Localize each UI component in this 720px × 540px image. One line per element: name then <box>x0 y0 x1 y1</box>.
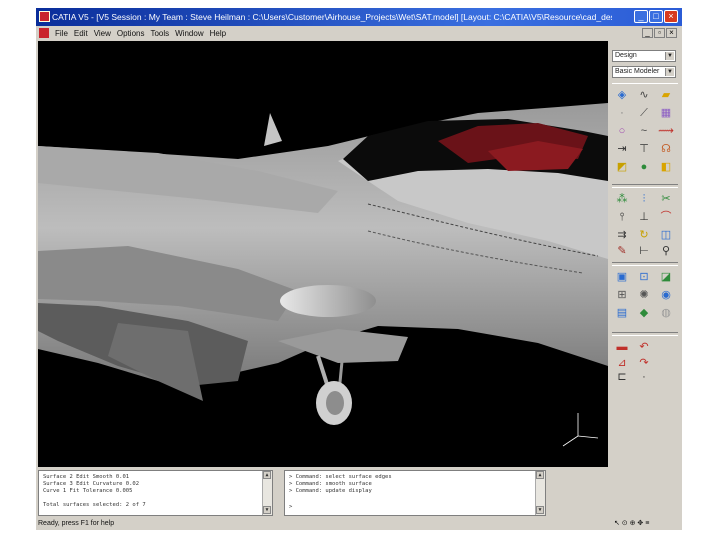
document-icon[interactable] <box>39 28 49 38</box>
modeler-value: Basic Modeler <box>615 68 660 75</box>
minimize-button[interactable]: _ <box>634 10 648 23</box>
console-line: > Command: update display <box>289 488 372 494</box>
options-icon[interactable]: · <box>636 370 652 384</box>
point-icon[interactable]: · <box>614 106 630 120</box>
mdi-close-button[interactable]: × <box>666 28 677 38</box>
properties-console[interactable]: Surface 2 Edit Smooth 0.01 Surface 3 Edi… <box>38 470 273 516</box>
trim-icon[interactable]: ✂ <box>658 192 674 206</box>
curve-icon[interactable]: ∿ <box>636 88 652 102</box>
console-line: Total surfaces selected: 2 of 7 <box>43 502 146 508</box>
view-icon[interactable]: ⊡ <box>636 270 652 284</box>
offset-icon[interactable]: ⇥ <box>614 142 630 156</box>
weapon-bay-door <box>108 323 203 401</box>
modeler-dropdown[interactable]: Basic Modeler ▼ <box>612 66 676 78</box>
surface-icon[interactable]: ◈ <box>614 88 630 102</box>
menu-file[interactable]: File <box>55 29 68 38</box>
layer-icon[interactable]: ▤ <box>614 306 630 320</box>
menu-options[interactable]: Options <box>117 29 145 38</box>
scale-icon[interactable]: ✎ <box>614 244 630 258</box>
toolbar-group-4: ▬ ↶ ⊿ ↷ ⊏ · <box>612 335 678 383</box>
translate-icon[interactable]: ⇉ <box>614 228 630 242</box>
menu-help[interactable]: Help <box>210 29 226 38</box>
toolbar-group-3: ▣ ⊡ ◪ ⊞ ✺ ◉ ▤ ◆ ◍ <box>612 265 678 333</box>
status-text: Ready, press F1 for help <box>38 520 115 527</box>
render-icon[interactable]: ▣ <box>614 270 630 284</box>
title-bar[interactable]: CATIA V5 - [V5 Session : My Team : Steve… <box>36 8 682 26</box>
mdi-restore-button[interactable]: ▫ <box>654 28 665 38</box>
extrude-icon[interactable]: ◧ <box>658 160 674 174</box>
console-line: > Command: select surface edges <box>289 474 392 480</box>
menu-window[interactable]: Window <box>175 29 203 38</box>
console-scrollbar[interactable]: ▲ ▼ <box>262 471 272 515</box>
lighting-icon[interactable]: ✺ <box>636 288 652 302</box>
split-icon[interactable]: ⫶ <box>636 192 652 206</box>
catia-app-icon[interactable] <box>39 11 50 22</box>
blend-icon[interactable]: ☊ <box>658 142 674 156</box>
redo-icon[interactable]: ↷ <box>636 356 652 370</box>
hide-icon[interactable]: ⊿ <box>614 356 630 370</box>
console-scrollbar[interactable]: ▲ ▼ <box>535 471 545 515</box>
camera-icon[interactable]: ◉ <box>658 288 674 302</box>
antenna-blade <box>264 113 282 146</box>
project-icon[interactable]: ⊤ <box>636 142 652 156</box>
menu-view[interactable]: View <box>94 29 111 38</box>
scroll-down-button[interactable]: ▼ <box>536 506 544 514</box>
folder-icon[interactable]: ▰ <box>658 88 674 102</box>
join-icon[interactable]: ⁂ <box>614 192 630 206</box>
environment-icon[interactable]: ◍ <box>658 306 674 320</box>
workbench-dropdown[interactable]: Design ▼ <box>612 50 676 62</box>
rotate-icon[interactable]: ↻ <box>636 228 652 242</box>
plane-icon[interactable]: ▦ <box>658 106 674 120</box>
bottom-panel: Surface 2 Edit Smooth 0.01 Surface 3 Edi… <box>38 468 608 518</box>
extract-icon[interactable]: ⫯ <box>614 210 630 224</box>
cut-icon[interactable]: ▬ <box>614 340 630 354</box>
measure-icon[interactable]: ⊢ <box>636 244 652 258</box>
toolbar-group-2: ⁂ ⫶ ✂ ⫯ ⊥ ⌒ ⇉ ↻ ◫ ✎ ⊢ ⚲ <box>612 187 678 263</box>
spline-icon[interactable]: ~ <box>636 124 652 138</box>
menu-bar: File Edit View Options Tools Window Help <box>36 26 682 40</box>
console-line: Curve 1 Fit Tolerance 0.005 <box>43 488 133 494</box>
sensor-pod <box>280 285 376 317</box>
3d-viewport[interactable] <box>38 41 608 467</box>
menu-edit[interactable]: Edit <box>74 29 88 38</box>
circle-icon[interactable]: ○ <box>614 124 630 138</box>
console-line: > Command: smooth surface <box>289 481 372 487</box>
material-icon[interactable]: ◆ <box>636 306 652 320</box>
sphere-icon[interactable]: ● <box>636 160 652 174</box>
maximize-button[interactable]: □ <box>649 10 663 23</box>
fillet-icon[interactable]: ⌒ <box>658 210 674 224</box>
line-icon[interactable]: ⟋ <box>636 106 652 120</box>
toolbar-panel: Design ▼ Basic Modeler ▼ ◈ ∿ ▰ · ⟋ ▦ ○ ~… <box>610 41 682 530</box>
mdi-minimize-button[interactable]: _ <box>642 28 653 38</box>
toolbar-group-1: ◈ ∿ ▰ · ⟋ ▦ ○ ~ ⟿ ⇥ ⊤ ☊ ◩ ● ◧ <box>612 83 678 185</box>
menu-tools[interactable]: Tools <box>150 29 169 38</box>
console-line: Surface 2 Edit Smooth 0.01 <box>43 474 130 480</box>
close-button[interactable]: × <box>664 10 678 23</box>
sweep-icon[interactable]: ⟿ <box>658 124 674 138</box>
compass-icon[interactable]: ⊏ <box>614 370 630 384</box>
symmetry-icon[interactable]: ◫ <box>658 228 674 242</box>
view-tools[interactable]: ↖ ⊙ ⊕ ✥ ≡ <box>614 518 649 530</box>
scroll-down-button[interactable]: ▼ <box>263 506 271 514</box>
window-title: CATIA V5 - [V5 Session : My Team : Steve… <box>52 12 612 22</box>
application-window: CATIA V5 - [V5 Session : My Team : Steve… <box>36 8 682 530</box>
console-line: Surface 3 Edit Curvature 0.02 <box>43 481 140 487</box>
scroll-up-button[interactable]: ▲ <box>536 471 544 479</box>
boundary-icon[interactable]: ⊥ <box>636 210 652 224</box>
grid-icon[interactable]: ⊞ <box>614 288 630 302</box>
command-console[interactable]: > Command: select surface edges > Comman… <box>284 470 546 516</box>
shading-icon[interactable]: ◪ <box>658 270 674 284</box>
chevron-down-icon[interactable]: ▼ <box>665 68 674 76</box>
analysis-icon[interactable]: ⚲ <box>658 244 674 258</box>
aircraft-render <box>38 103 608 447</box>
status-bar: Ready, press F1 for help ↖ ⊙ ⊕ ✥ ≡ <box>36 518 682 530</box>
chevron-down-icon[interactable]: ▼ <box>665 52 674 60</box>
scroll-up-button[interactable]: ▲ <box>263 471 271 479</box>
command-prompt[interactable]: > <box>289 504 292 510</box>
axis-compass-icon[interactable] <box>562 413 599 447</box>
fill-icon[interactable]: ◩ <box>614 160 630 174</box>
undo-icon[interactable]: ↶ <box>636 340 652 354</box>
workbench-value: Design <box>615 52 637 59</box>
